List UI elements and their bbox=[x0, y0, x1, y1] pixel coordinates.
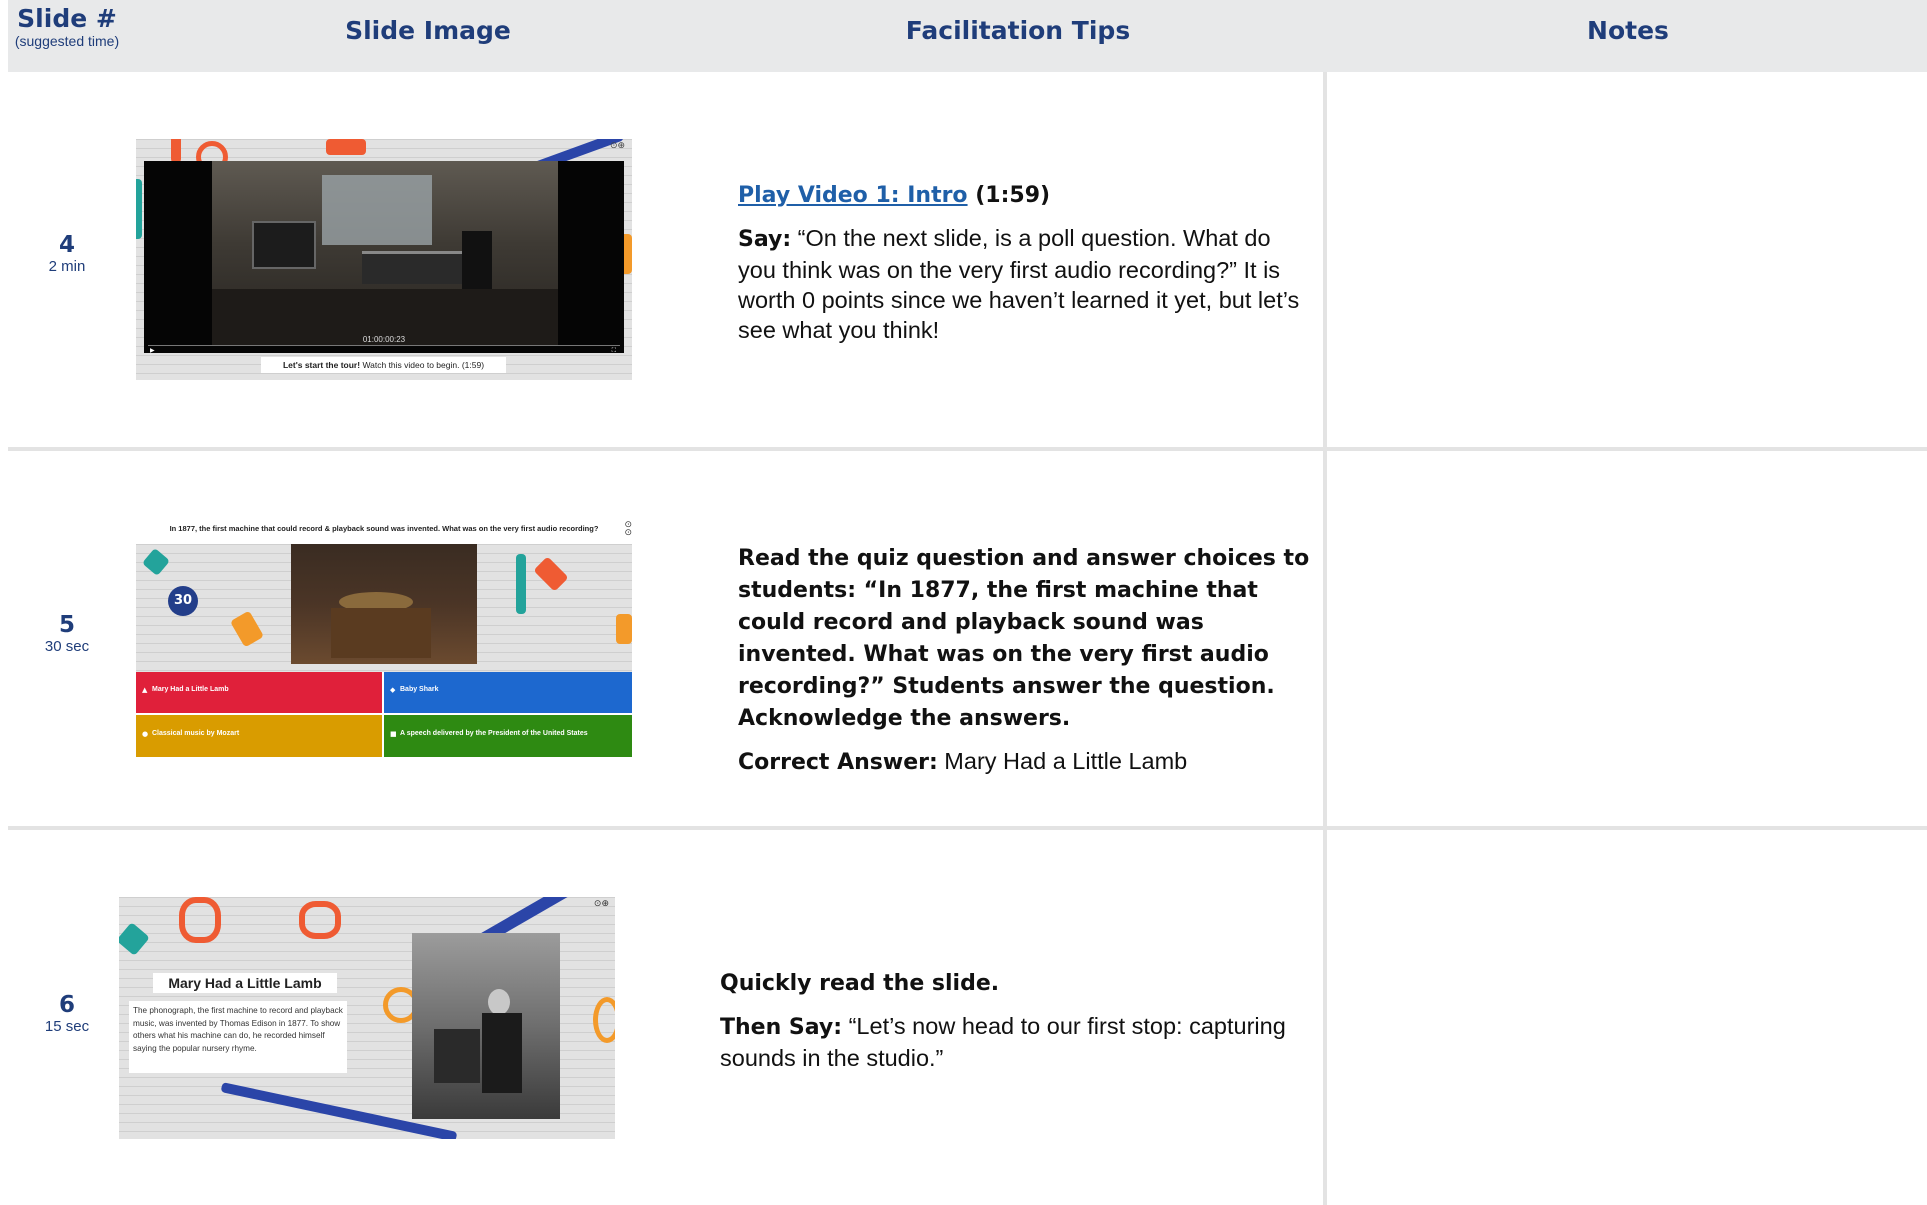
decor-shape bbox=[136, 179, 142, 239]
slide-number-header: Slide # (suggested time) bbox=[8, 4, 126, 49]
photo-body bbox=[482, 1013, 522, 1093]
decor-shape bbox=[616, 614, 632, 644]
answer-option-2-label: Baby Shark bbox=[400, 686, 439, 693]
settings-icon[interactable]: ⊙⊕ bbox=[594, 899, 609, 909]
slide-number-cell: 4 2 min bbox=[8, 232, 126, 275]
answer-option-4[interactable]: ■ A speech delivered by the President of… bbox=[384, 715, 632, 757]
slide-duration: 30 sec bbox=[44, 638, 90, 655]
notes-cell[interactable] bbox=[1327, 451, 1927, 826]
answer-option-1[interactable]: ▲ Mary Had a Little Lamb bbox=[136, 672, 382, 713]
slide-number: 5 bbox=[58, 612, 75, 638]
notes-cell[interactable] bbox=[1327, 830, 1927, 1205]
decor-shape bbox=[516, 554, 526, 614]
slide-number: 4 bbox=[58, 232, 75, 258]
video-monitor bbox=[252, 221, 316, 269]
answer-option-3[interactable]: ● Classical music by Mozart bbox=[136, 715, 382, 757]
slide-caption: Let's start the tour! Watch this video t… bbox=[261, 357, 506, 373]
answer-option-1-label: Mary Had a Little Lamb bbox=[152, 686, 229, 693]
video-player[interactable]: 01:00:00:23 ▶ ⛶ bbox=[144, 161, 624, 355]
slide-number-cell: 5 30 sec bbox=[8, 612, 126, 655]
triangle-icon: ▲ bbox=[142, 686, 148, 694]
slide-thumbnail-quiz[interactable]: In 1877, the first machine that could re… bbox=[136, 520, 632, 760]
instruction-paragraph: Read the quiz question and answer choice… bbox=[738, 542, 1313, 734]
options-icon[interactable]: ⊙ ⊙ bbox=[624, 521, 632, 538]
play-icon[interactable]: ▶ bbox=[150, 347, 155, 354]
answer-option-4-label: A speech delivered by the President of t… bbox=[400, 730, 588, 737]
notes-cell[interactable] bbox=[1327, 72, 1927, 447]
quiz-timer: 30 bbox=[168, 586, 198, 616]
decor-shape bbox=[533, 556, 569, 592]
video-link-line: Play Video 1: Intro (1:59) bbox=[738, 179, 1313, 211]
video-progress-bar[interactable] bbox=[148, 345, 620, 346]
circle-icon: ● bbox=[142, 730, 149, 738]
photo-head bbox=[488, 989, 510, 1015]
decor-shape bbox=[171, 139, 181, 163]
slide-duration: 15 sec bbox=[44, 1018, 90, 1035]
decor-shape bbox=[299, 901, 341, 939]
slide-number: 6 bbox=[58, 992, 75, 1018]
notes-header: Notes bbox=[1587, 16, 1669, 45]
quiz-background: 30 bbox=[136, 544, 632, 672]
instruction-text: Quickly read the slide. bbox=[720, 971, 1000, 996]
settings-icon[interactable]: ⊙⊕ bbox=[610, 141, 626, 151]
slide-thumbnail-lamb[interactable]: ⊙⊕ Mary Had a Little Lamb The phonograph… bbox=[119, 897, 615, 1139]
slide-caption-text: Watch this video to begin. (1:59) bbox=[360, 360, 485, 370]
instruction-text: Read the quiz question and answer choice… bbox=[738, 546, 1310, 731]
slide-title: Mary Had a Little Lamb bbox=[153, 973, 337, 993]
then-say-label: Then Say: bbox=[720, 1015, 843, 1040]
video-frame bbox=[212, 161, 558, 345]
answer-option-2[interactable]: ◆ Baby Shark bbox=[384, 672, 632, 713]
quiz-question: In 1877, the first machine that could re… bbox=[169, 524, 599, 533]
video-window-light bbox=[322, 175, 432, 245]
slide-number-header-subtitle: (suggested time) bbox=[14, 33, 120, 49]
fullscreen-icon[interactable]: ⛶ bbox=[612, 347, 616, 355]
decor-shape bbox=[179, 897, 221, 943]
diamond-icon: ◆ bbox=[390, 686, 396, 694]
decor-shape bbox=[229, 610, 265, 648]
correct-answer-label: Correct Answer: bbox=[738, 750, 938, 775]
phonograph-cabinet bbox=[331, 608, 431, 658]
video-speaker bbox=[462, 231, 492, 291]
say-paragraph: Say: “On the next slide, is a poll quest… bbox=[738, 223, 1313, 345]
facilitation-tips-cell: Play Video 1: Intro (1:59) Say: “On the … bbox=[738, 179, 1313, 357]
table-header: Slide # (suggested time) Slide Image Fac… bbox=[8, 0, 1927, 72]
slide-number-cell: 6 15 sec bbox=[8, 992, 126, 1035]
decor-shape bbox=[326, 139, 366, 155]
video-timecode: 01:00:00:23 bbox=[362, 335, 406, 344]
slide-photo-edison bbox=[412, 933, 560, 1119]
play-video-link[interactable]: Play Video 1: Intro bbox=[738, 183, 968, 208]
answer-option-3-label: Classical music by Mozart bbox=[152, 730, 240, 737]
correct-answer-line: Correct Answer: Mary Had a Little Lamb bbox=[738, 746, 1313, 778]
slide-thumbnail-video[interactable]: 01:00:00:23 ▶ ⛶ ⊙⊕ Let's start the tour!… bbox=[136, 139, 632, 380]
square-icon: ■ bbox=[390, 730, 397, 738]
video-duration: (1:59) bbox=[967, 183, 1051, 208]
decor-shape bbox=[593, 997, 615, 1043]
quiz-image-phonograph bbox=[291, 544, 477, 664]
decor-shape bbox=[119, 922, 150, 956]
photo-table bbox=[434, 1029, 480, 1083]
instruction-paragraph: Quickly read the slide. bbox=[720, 967, 1310, 999]
decor-shape bbox=[141, 547, 171, 577]
slide-duration: 2 min bbox=[48, 258, 86, 275]
facilitation-tips-header: Facilitation Tips bbox=[905, 16, 1131, 45]
slide-caption-bold: Let's start the tour! bbox=[282, 360, 361, 370]
then-say-paragraph: Then Say: “Let’s now head to our first s… bbox=[720, 1011, 1310, 1073]
say-label: Say: bbox=[738, 227, 792, 252]
correct-answer-text: Mary Had a Little Lamb bbox=[937, 748, 1188, 774]
facilitation-tips-cell: Read the quiz question and answer choice… bbox=[738, 542, 1313, 790]
slide-body-text: The phonograph, the first machine to rec… bbox=[129, 1001, 347, 1073]
slide-number-header-title: Slide # bbox=[17, 4, 117, 33]
say-text: “On the next slide, is a poll question. … bbox=[738, 225, 1300, 343]
slide-image-header: Slide Image bbox=[345, 16, 511, 45]
facilitation-tips-cell: Quickly read the slide. Then Say: “Let’s… bbox=[720, 967, 1310, 1085]
